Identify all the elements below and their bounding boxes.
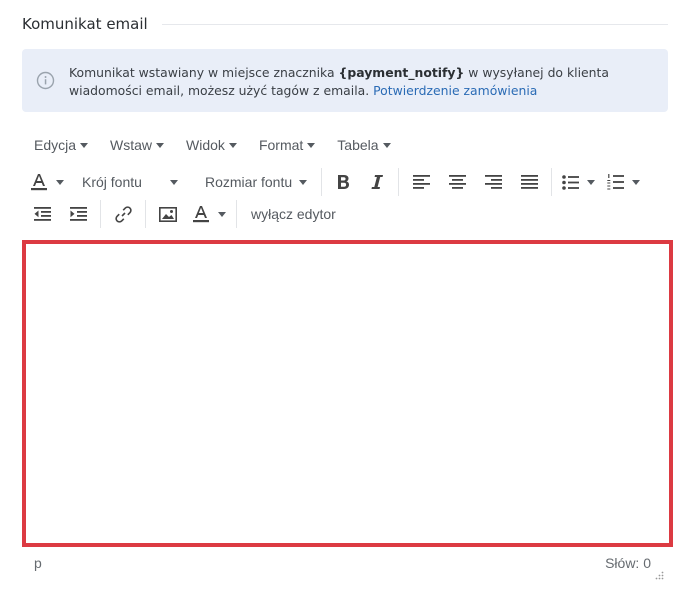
disable-editor-button[interactable]: wyłącz edytor <box>241 199 346 229</box>
align-center-button[interactable] <box>439 167 475 197</box>
section-divider <box>161 23 668 25</box>
toolbar-separator <box>551 168 552 196</box>
menu-edit[interactable]: Edycja <box>22 131 98 159</box>
chevron-down-icon <box>56 179 64 185</box>
align-center-icon <box>448 175 466 189</box>
toolbar-separator <box>321 168 322 196</box>
section-title: Komunikat email <box>22 15 148 33</box>
order-confirmation-link[interactable]: Potwierdzenie zamówienia <box>373 83 537 98</box>
toolbar-separator <box>100 200 101 228</box>
bullet-list-icon <box>561 174 579 190</box>
menu-view-label: Widok <box>186 137 225 153</box>
editor-statusbar: p Słów: 0 <box>22 552 668 580</box>
font-family-select[interactable]: Krój fontu <box>70 167 190 197</box>
text-color-button[interactable] <box>24 167 70 197</box>
menu-table[interactable]: Tabela <box>325 131 400 159</box>
menu-view[interactable]: Widok <box>174 131 247 159</box>
text-color-icon <box>30 172 48 192</box>
word-count: Słów: 0 <box>605 555 651 571</box>
element-path[interactable]: p <box>34 555 42 571</box>
info-message: Komunikat wstawiany w miejsce znacznika … <box>69 64 659 100</box>
info-text-before: Komunikat wstawiany w miejsce znacznika <box>69 65 339 80</box>
numbered-list-icon <box>606 174 624 190</box>
menu-insert-label: Wstaw <box>110 137 153 153</box>
menu-edit-label: Edycja <box>34 137 77 153</box>
italic-icon <box>370 174 384 190</box>
editor-toolbar-row-1: Krój fontu Rozmiar fontu <box>24 166 646 198</box>
background-color-icon <box>192 204 210 224</box>
italic-button[interactable] <box>360 167 394 197</box>
menu-format[interactable]: Format <box>247 131 325 159</box>
bold-button[interactable] <box>326 167 360 197</box>
numbered-list-button[interactable] <box>600 167 646 197</box>
menu-format-label: Format <box>258 137 304 153</box>
editor-toolbar-row-2: wyłącz edytor <box>24 198 346 230</box>
chevron-down-icon <box>631 179 640 185</box>
info-circle-icon <box>36 71 55 90</box>
font-family-label: Krój fontu <box>82 174 142 190</box>
image-icon <box>159 206 177 222</box>
indent-icon <box>69 207 87 221</box>
editor-menubar: Edycja Wstaw Widok Format Tabela <box>22 131 401 159</box>
align-left-button[interactable] <box>403 167 439 197</box>
resize-handle-icon[interactable] <box>654 568 664 580</box>
toolbar-separator <box>145 200 146 228</box>
indent-button[interactable] <box>60 199 96 229</box>
chevron-down-icon <box>156 142 165 148</box>
menu-table-label: Tabela <box>337 137 379 153</box>
info-box: Komunikat wstawiany w miejsce znacznika … <box>22 49 668 112</box>
link-button[interactable] <box>105 199 141 229</box>
chevron-down-icon <box>80 142 89 148</box>
chevron-down-icon <box>586 179 595 185</box>
bullet-list-button[interactable] <box>556 167 600 197</box>
font-size-select[interactable]: Rozmiar fontu <box>190 167 317 197</box>
chevron-down-icon <box>218 211 226 217</box>
outdent-icon <box>33 207 51 221</box>
outdent-button[interactable] <box>24 199 60 229</box>
align-justify-button[interactable] <box>511 167 547 197</box>
chevron-down-icon <box>382 142 391 148</box>
link-icon <box>114 205 132 223</box>
align-justify-icon <box>520 175 538 189</box>
align-left-icon <box>412 175 430 189</box>
align-right-icon <box>484 175 502 189</box>
editor-content-area[interactable] <box>22 240 673 547</box>
chevron-down-icon <box>299 179 307 185</box>
font-size-label: Rozmiar fontu <box>205 174 293 190</box>
insert-image-button[interactable] <box>150 199 186 229</box>
background-color-button[interactable] <box>186 199 232 229</box>
menu-insert[interactable]: Wstaw <box>98 131 174 159</box>
toolbar-separator <box>398 168 399 196</box>
toolbar-separator <box>236 200 237 228</box>
bold-icon <box>336 174 350 190</box>
align-right-button[interactable] <box>475 167 511 197</box>
section-header: Komunikat email <box>22 14 668 34</box>
info-tag: {payment_notify} <box>338 65 465 80</box>
chevron-down-icon <box>228 142 237 148</box>
chevron-down-icon <box>170 179 178 185</box>
chevron-down-icon <box>307 142 316 148</box>
